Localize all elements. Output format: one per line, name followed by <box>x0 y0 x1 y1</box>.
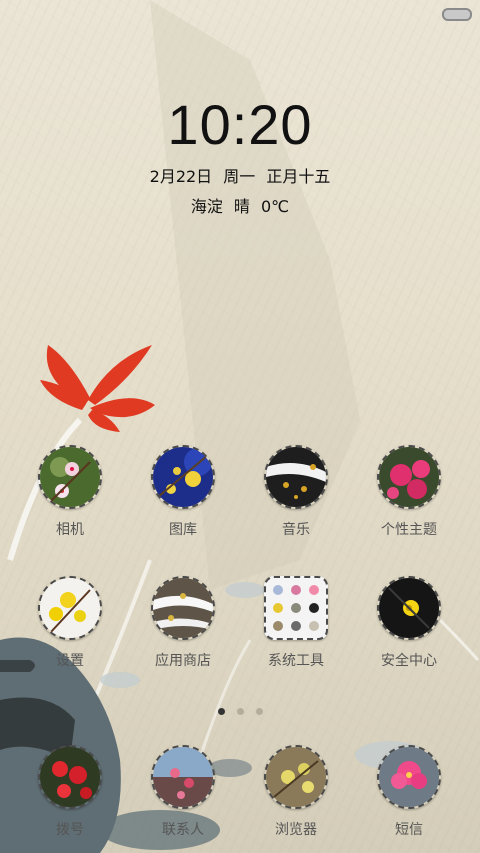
theme-icon <box>377 445 441 509</box>
app-camera[interactable]: 相机 <box>10 445 130 539</box>
app-security-center[interactable]: 安全中心 <box>349 576 469 670</box>
date-text: 2月22日 周一 正月十五 <box>149 167 331 186</box>
page-dot-3[interactable] <box>255 708 263 715</box>
browser-icon <box>264 745 328 809</box>
app-label: 浏览器 <box>275 822 317 838</box>
app-system-tools[interactable]: 系统工具 <box>236 576 356 670</box>
app-label: 设置 <box>56 653 84 669</box>
app-gallery[interactable]: 图库 <box>123 445 243 539</box>
app-label: 音乐 <box>282 522 310 538</box>
settings-icon <box>38 576 102 640</box>
app-label: 拨号 <box>56 822 84 838</box>
messages-icon <box>377 745 441 809</box>
app-label: 安全中心 <box>381 653 437 669</box>
app-label: 联系人 <box>162 822 204 838</box>
clock-time: 10:20 <box>167 93 313 156</box>
battery-indicator <box>442 8 472 21</box>
app-label: 个性主题 <box>381 522 437 538</box>
app-label: 图库 <box>169 522 197 538</box>
app-themes[interactable]: 个性主题 <box>349 445 469 539</box>
weather-text: 海淀 晴 0℃ <box>190 197 290 216</box>
camera-icon <box>38 445 102 509</box>
page-indicator[interactable] <box>0 700 480 719</box>
app-label: 系统工具 <box>268 653 324 669</box>
contacts-icon <box>151 745 215 809</box>
app-store-icon <box>151 576 215 640</box>
app-contacts[interactable]: 联系人 <box>123 745 243 839</box>
app-dialer[interactable]: 拨号 <box>10 745 130 839</box>
app-settings[interactable]: 设置 <box>10 576 130 670</box>
app-messages[interactable]: 短信 <box>349 745 469 839</box>
page-dot-2[interactable] <box>236 708 244 715</box>
security-center-icon <box>377 576 441 640</box>
app-music[interactable]: 音乐 <box>236 445 356 539</box>
music-icon <box>264 445 328 509</box>
app-label: 相机 <box>56 522 84 538</box>
system-tools-icon <box>264 576 328 640</box>
gallery-icon <box>151 445 215 509</box>
app-browser[interactable]: 浏览器 <box>236 745 356 839</box>
app-label: 应用商店 <box>155 653 211 669</box>
dialer-icon <box>38 745 102 809</box>
app-label: 短信 <box>395 822 423 838</box>
page-dot-1[interactable] <box>217 708 225 715</box>
app-app-store[interactable]: 应用商店 <box>123 576 243 670</box>
